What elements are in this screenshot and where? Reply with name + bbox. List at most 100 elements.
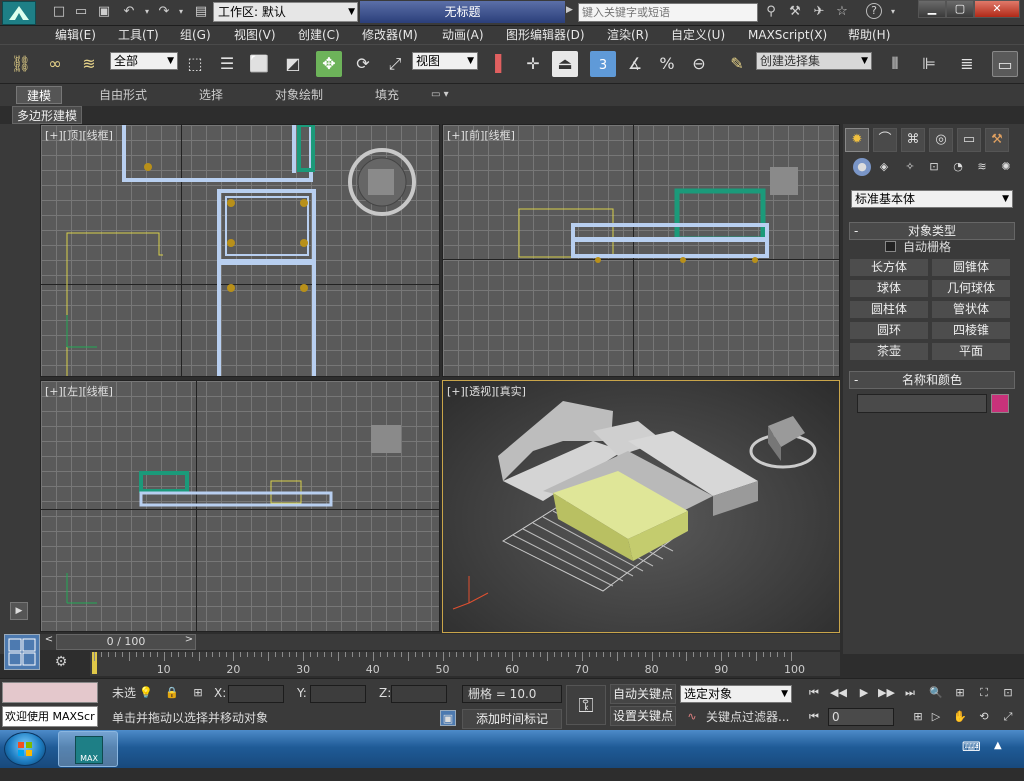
wrench-icon[interactable]: ⚒: [786, 3, 804, 21]
display-tab-icon[interactable]: ▭: [957, 128, 981, 152]
tab-modeling[interactable]: 建模: [16, 86, 63, 104]
select-manipulate-icon[interactable]: ✛: [520, 51, 546, 77]
tube-button[interactable]: 管状体: [931, 300, 1011, 319]
exchange-icon[interactable]: ✈: [810, 3, 828, 21]
start-button[interactable]: [4, 732, 46, 766]
help-icon[interactable]: ?: [866, 3, 882, 19]
time-slider-thumb[interactable]: 0 / 100: [56, 634, 196, 650]
open-file-icon[interactable]: ▭: [72, 3, 90, 21]
bind-space-warp-icon[interactable]: ≋: [76, 51, 102, 77]
unlink-icon[interactable]: ∞: [42, 51, 68, 77]
pyramid-button[interactable]: 四棱锥: [931, 321, 1011, 340]
torus-button[interactable]: 圆环: [849, 321, 929, 340]
set-key-icon[interactable]: ⚿: [566, 685, 606, 725]
edit-named-selection-icon[interactable]: ✎: [724, 51, 750, 77]
spinner-snap-icon[interactable]: ⊖: [686, 51, 712, 77]
go-to-end-icon[interactable]: ⏭: [902, 685, 918, 701]
lightbulb-icon[interactable]: 💡: [138, 685, 154, 701]
time-prev-button[interactable]: <: [42, 634, 56, 650]
field-of-view-icon[interactable]: ▷: [928, 709, 944, 725]
menu-help[interactable]: 帮助(H): [848, 26, 890, 44]
menu-graph-editors[interactable]: 图形编辑器(D): [506, 26, 585, 44]
viewport-layout-icon[interactable]: [4, 634, 40, 670]
time-config-icon[interactable]: ⊞: [910, 709, 926, 725]
graphite-toggle-icon[interactable]: ▭: [992, 51, 1018, 77]
select-and-move-icon[interactable]: ✥: [316, 51, 342, 77]
snaps-toggle-icon[interactable]: 3: [590, 51, 616, 77]
maxscript-listener-pink[interactable]: [2, 682, 98, 703]
key-filters-label[interactable]: 关键点过滤器...: [706, 708, 789, 726]
auto-key-button[interactable]: 自动关键点: [610, 684, 676, 704]
pivot-center-icon[interactable]: ▐: [482, 51, 508, 77]
x-coordinate-field[interactable]: [228, 685, 284, 703]
menu-maxscript[interactable]: MAXScript(X): [748, 26, 827, 44]
close-button[interactable]: ✕: [974, 0, 1020, 18]
maximize-viewport-icon[interactable]: ⤢: [1000, 709, 1016, 725]
tab-selection[interactable]: 选择: [199, 86, 223, 104]
save-file-icon[interactable]: ▣: [95, 3, 113, 21]
tab-freeform[interactable]: 自由形式: [99, 86, 147, 104]
name-color-rollout[interactable]: - 名称和颜色: [849, 371, 1015, 389]
menu-modifiers[interactable]: 修改器(M): [362, 26, 418, 44]
layer-manager-icon[interactable]: ≣: [954, 51, 980, 77]
new-file-icon[interactable]: □: [50, 3, 68, 21]
selection-filter-dropdown[interactable]: 全部 ▼: [110, 52, 178, 70]
key-mode-dropdown[interactable]: 选定对象 ▼: [680, 685, 792, 703]
add-time-tag-button[interactable]: 添加时间标记: [462, 709, 562, 729]
undo-dropdown-icon[interactable]: ▾: [138, 3, 156, 21]
time-tag-icon[interactable]: ▣: [440, 710, 456, 726]
select-object-icon[interactable]: ⬚: [182, 51, 208, 77]
cameras-icon[interactable]: ⊡: [925, 158, 943, 176]
menu-tools[interactable]: 工具(T): [118, 26, 159, 44]
object-name-input[interactable]: [857, 394, 987, 413]
minimize-button[interactable]: ▁: [918, 0, 946, 18]
y-coordinate-field[interactable]: [310, 685, 366, 703]
key-mode-toggle-icon[interactable]: ⏮: [806, 709, 822, 725]
sphere-button[interactable]: 球体: [849, 279, 929, 298]
prev-frame-icon[interactable]: ◀◀: [830, 685, 847, 701]
plane-button[interactable]: 平面: [931, 342, 1011, 361]
absolute-mode-icon[interactable]: ⊞: [190, 685, 206, 701]
workspace-dropdown[interactable]: 工作区: 默认 ▼: [213, 2, 358, 22]
utilities-tab-icon[interactable]: ⚒: [985, 128, 1009, 152]
binoculars-icon[interactable]: ⚲: [762, 3, 780, 21]
zoom-extents-icon[interactable]: ⛶: [976, 685, 992, 701]
orbit-icon[interactable]: ⟲: [976, 709, 992, 725]
category-dropdown[interactable]: 标准基本体 ▼: [851, 190, 1013, 208]
keyboard-shortcut-override-icon[interactable]: ⏏: [552, 51, 578, 77]
geosphere-button[interactable]: 几何球体: [931, 279, 1011, 298]
rect-selection-region-icon[interactable]: ⬜: [246, 51, 272, 77]
redo-icon[interactable]: ↷: [155, 3, 173, 21]
pan-icon[interactable]: ✋: [952, 709, 968, 725]
project-folder-icon[interactable]: ▤: [192, 3, 210, 21]
taskbar-3dsmax[interactable]: MAX: [58, 731, 118, 767]
menu-rendering[interactable]: 渲染(R): [607, 26, 649, 44]
star-icon[interactable]: ☆: [833, 3, 851, 21]
create-tab-icon[interactable]: ✹: [845, 128, 869, 152]
select-and-scale-icon[interactable]: ⤢: [382, 51, 408, 77]
expand-panel-icon[interactable]: ▶: [10, 602, 28, 620]
menu-create[interactable]: 创建(C): [298, 26, 340, 44]
spacewarps-icon[interactable]: ≋: [973, 158, 991, 176]
set-key-button[interactable]: 设置关键点: [610, 706, 676, 726]
key-filter-curve-icon[interactable]: ∿: [684, 709, 700, 725]
select-by-name-icon[interactable]: ☰: [214, 51, 240, 77]
curve-editor-icon[interactable]: ⚙: [50, 654, 72, 674]
redo-dropdown-icon[interactable]: ▾: [172, 3, 190, 21]
align-icon[interactable]: ⊫: [916, 51, 942, 77]
motion-tab-icon[interactable]: ◎: [929, 128, 953, 152]
select-and-rotate-icon[interactable]: ⟳: [350, 51, 376, 77]
tab-populate[interactable]: 填充: [375, 86, 399, 104]
z-coordinate-field[interactable]: [391, 685, 447, 703]
search-input[interactable]: [578, 3, 758, 22]
menu-animation[interactable]: 动画(A): [442, 26, 484, 44]
geometry-icon[interactable]: ●: [853, 158, 871, 176]
viewport-left[interactable]: [+][左][线框]: [40, 380, 440, 632]
window-crossing-icon[interactable]: ◩: [280, 51, 306, 77]
play-icon[interactable]: ▶: [856, 685, 872, 701]
go-to-start-icon[interactable]: ⏮: [806, 685, 822, 701]
cone-button[interactable]: 圆锥体: [931, 258, 1011, 277]
ribbon-options-icon[interactable]: ▭ ▾: [431, 86, 449, 104]
systems-icon[interactable]: ✺: [997, 158, 1015, 176]
next-frame-icon[interactable]: ▶▶: [878, 685, 895, 701]
